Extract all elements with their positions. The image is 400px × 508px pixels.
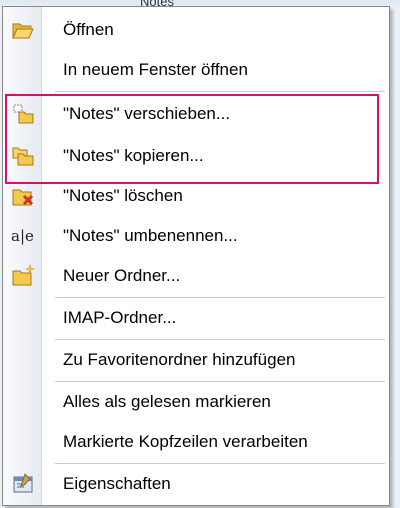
menu-item-delete[interactable]: "Notes" löschen	[3, 177, 389, 215]
menu-item-copy[interactable]: "Notes" kopieren...	[3, 137, 389, 175]
menu-separator	[55, 297, 385, 298]
menu-separator	[55, 463, 385, 464]
menu-item-label: In neuem Fenster öffnen	[63, 60, 248, 79]
menu-item-mark-all-read[interactable]: Alles als gelesen markieren	[3, 383, 389, 421]
menu-item-label: Markierte Kopfzeilen verarbeiten	[63, 432, 308, 451]
menu-item-label: "Notes" umbenennen...	[63, 226, 238, 245]
menu-item-rename[interactable]: a|e "Notes" umbenennen...	[3, 217, 389, 255]
menu-item-label: Eigenschaften	[63, 474, 171, 493]
new-folder-icon	[11, 264, 35, 288]
move-folder-icon	[11, 102, 35, 126]
rename-icon-glyph: a|e	[11, 227, 34, 245]
menu-item-move[interactable]: "Notes" verschieben...	[3, 95, 389, 133]
context-menu: Öffnen In neuem Fenster öffnen "Notes" v…	[2, 6, 390, 506]
menu-item-label: Alles als gelesen markieren	[63, 392, 271, 411]
menu-item-process-headers[interactable]: Markierte Kopfzeilen verarbeiten	[3, 423, 389, 461]
menu-item-label: Neuer Ordner...	[63, 266, 181, 285]
rename-icon: a|e	[11, 224, 35, 248]
menu-item-label: "Notes" kopieren...	[63, 146, 204, 165]
properties-icon	[11, 472, 35, 496]
menu-item-new-folder[interactable]: Neuer Ordner...	[3, 257, 389, 295]
menu-item-properties[interactable]: Eigenschaften	[3, 465, 389, 503]
menu-item-open[interactable]: Öffnen	[3, 11, 389, 49]
menu-separator	[55, 339, 385, 340]
menu-item-label: IMAP-Ordner...	[63, 308, 177, 327]
menu-item-label: Zu Favoritenordner hinzufügen	[63, 350, 296, 369]
copy-folder-icon	[11, 144, 35, 168]
menu-item-add-favorite[interactable]: Zu Favoritenordner hinzufügen	[3, 341, 389, 379]
menu-item-label: "Notes" verschieben...	[63, 104, 231, 123]
menu-item-label: "Notes" löschen	[63, 186, 183, 205]
menu-item-imap-folders[interactable]: IMAP-Ordner...	[3, 299, 389, 337]
delete-folder-icon	[11, 184, 35, 208]
menu-separator	[55, 91, 385, 92]
menu-item-label: Öffnen	[63, 20, 114, 39]
menu-item-open-new-window[interactable]: In neuem Fenster öffnen	[3, 51, 389, 89]
menu-separator	[55, 381, 385, 382]
open-folder-icon	[11, 18, 35, 42]
